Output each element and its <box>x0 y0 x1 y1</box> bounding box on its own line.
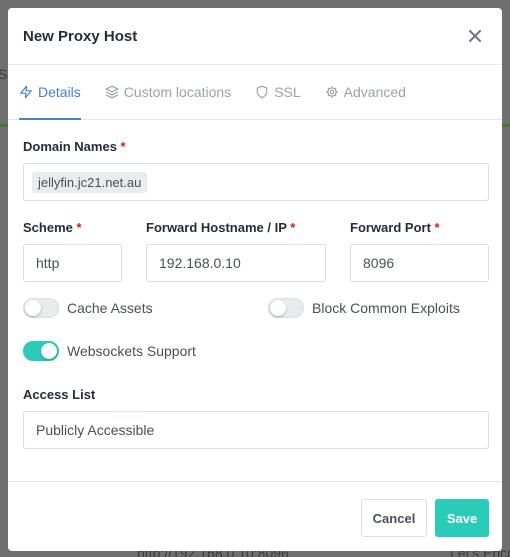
tab-advanced[interactable]: Advanced <box>325 65 406 119</box>
tab-label: Advanced <box>343 84 406 100</box>
tab-details[interactable]: Details <box>19 65 81 120</box>
backdrop-divider <box>0 124 8 127</box>
domain-chip[interactable]: jellyfin.jc21.net.au <box>32 171 148 193</box>
modal-title: New Proxy Host <box>23 27 138 45</box>
scheme-select[interactable]: http <box>23 244 122 282</box>
tab-bar: Details Custom locations SSL Advanced <box>8 65 502 120</box>
tab-label: SSL <box>274 84 301 100</box>
tab-custom-locations[interactable]: Custom locations <box>105 65 231 119</box>
websockets-toggle[interactable]: Websockets Support <box>23 341 196 361</box>
layers-icon <box>105 85 119 99</box>
toggle-label: Websockets Support <box>67 343 196 359</box>
save-button[interactable]: Save <box>435 499 489 537</box>
gear-icon <box>325 86 338 98</box>
cache-assets-toggle[interactable]: Cache Assets <box>23 298 153 318</box>
backdrop-divider <box>502 124 510 127</box>
access-list-select[interactable]: Publicly Accessible <box>23 411 489 449</box>
toggle-switch[interactable] <box>23 298 59 318</box>
scheme-label: Scheme * <box>23 220 82 235</box>
forward-port-input[interactable]: 8096 <box>350 244 489 282</box>
toggle-label: Cache Assets <box>67 300 153 316</box>
access-list-label: Access List <box>23 387 96 402</box>
forward-host-label: Forward Hostname / IP * <box>146 220 296 235</box>
toggle-switch[interactable] <box>23 341 59 361</box>
forward-host-input[interactable]: 192.168.0.10 <box>146 244 326 282</box>
shield-icon <box>256 85 268 99</box>
block-exploits-toggle[interactable]: Block Common Exploits <box>268 298 460 318</box>
tab-label: Custom locations <box>123 84 232 100</box>
modal-header: New Proxy Host <box>8 8 502 65</box>
cancel-button[interactable]: Cancel <box>361 499 427 537</box>
tab-label: Details <box>38 84 81 100</box>
domain-names-label: Domain Names * <box>23 139 126 154</box>
toggle-switch[interactable] <box>268 298 304 318</box>
modal-footer: Cancel Save <box>8 481 502 551</box>
bolt-icon <box>20 85 32 99</box>
forward-port-label: Forward Port * <box>350 220 440 235</box>
proxy-host-modal: New Proxy Host Details Custom locations … <box>8 8 502 551</box>
close-icon[interactable] <box>464 25 486 47</box>
tab-ssl[interactable]: SSL <box>255 65 301 119</box>
domain-names-input[interactable]: jellyfin.jc21.net.au <box>23 163 489 201</box>
toggle-label: Block Common Exploits <box>312 300 460 316</box>
